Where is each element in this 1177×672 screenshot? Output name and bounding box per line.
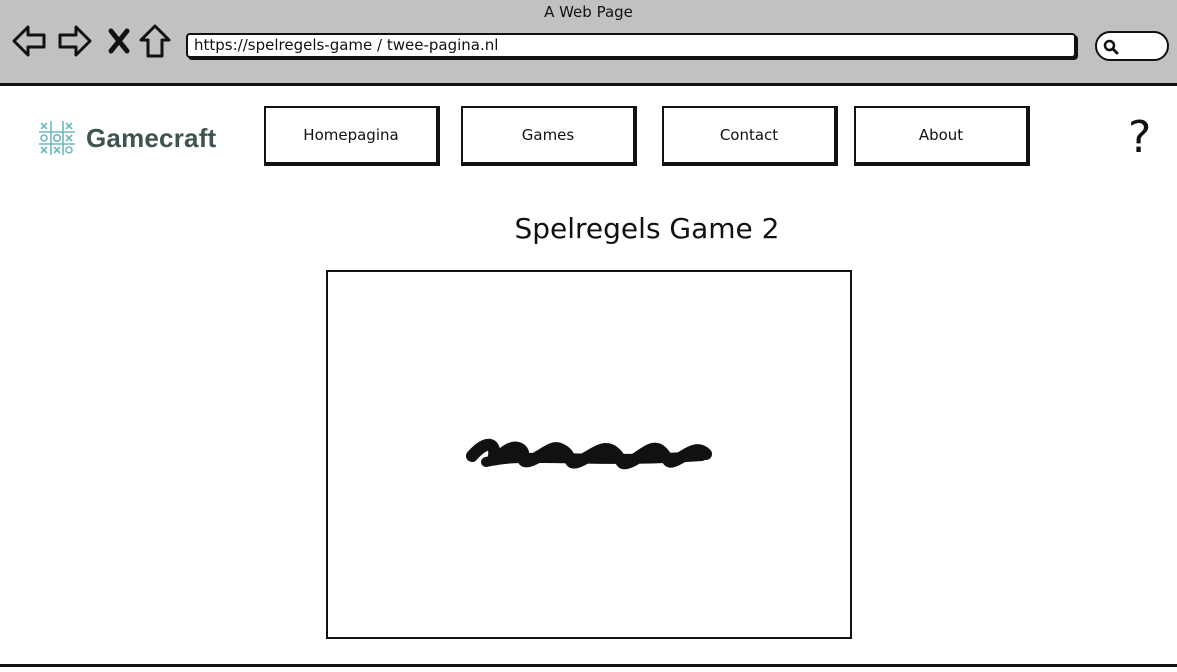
bottom-edge [0,664,1177,672]
logo[interactable]: Gamecraft [38,120,216,156]
help-icon[interactable]: ? [1128,112,1151,163]
logo-text: Gamecraft [86,122,217,153]
nav-tab-games[interactable]: Games [461,106,637,166]
nav-tab-homepagina[interactable]: Homepagina [264,106,440,166]
back-arrow-icon[interactable] [10,22,48,60]
close-icon[interactable] [100,22,138,60]
tic-tac-toe-icon [39,121,75,155]
scribbled-text-placeholder [466,438,712,470]
forward-arrow-icon[interactable] [56,22,94,60]
nav-tab-about[interactable]: About [854,106,1030,166]
search-icon [1103,39,1119,55]
browser-chrome: A Web Page https://spelregels-game / twe… [0,0,1177,86]
search-field[interactable] [1095,31,1169,61]
nav-tab-contact[interactable]: Contact [662,106,838,166]
content-panel [326,270,852,639]
address-bar[interactable]: https://spelregels-game / twee-pagina.nl [186,33,1076,58]
window-title: A Web Page [544,3,633,21]
page-title: Spelregels Game 2 [514,212,780,245]
home-icon[interactable] [136,22,174,60]
